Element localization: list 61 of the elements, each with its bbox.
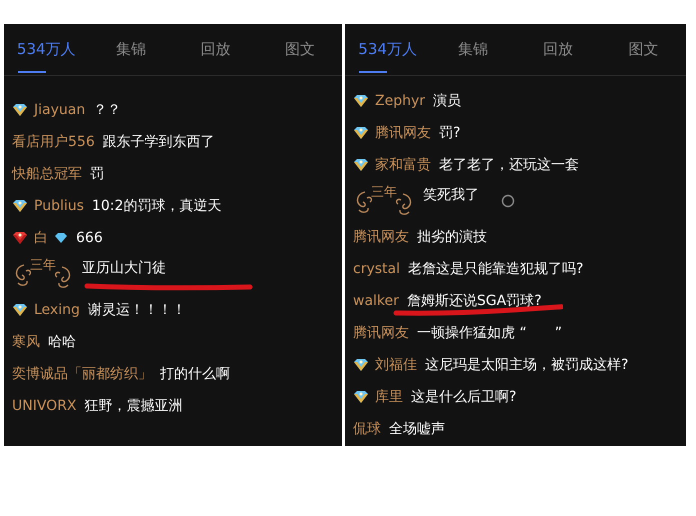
chat-message: 拙劣的演技 [417,228,487,246]
username: Zephyr [375,92,426,110]
username: UNIVORX [12,396,77,416]
username: 快船总冠军 [12,164,82,184]
username: 侃球 [353,420,381,438]
chat-message: 全场嘘声 [389,420,445,438]
username: 库里 [375,388,403,406]
username: 腾讯网友 [353,324,409,342]
gem-icon [353,358,369,372]
gem-icon [353,94,369,108]
username: walker [353,292,399,310]
chat-message: 老詹这是只能靠造犯规了吗? [408,260,584,278]
username: Jiayuan [34,100,86,120]
tab[interactable]: 534万人 [345,24,430,75]
badge-label: 三年 [30,259,56,272]
chat-message: 狂野，震撼亚洲 [84,396,183,416]
gem-icon [12,231,28,245]
tab[interactable]: 图文 [600,24,686,75]
tab[interactable]: 回放 [173,24,258,75]
chat-message: 演员 [433,92,462,110]
username: 寒风 [12,332,40,352]
gem-icon [12,303,28,317]
username: 看店用户556 [12,132,95,152]
chat-message: 詹姆斯还说SGA罚球? [406,292,542,310]
chat-message: 打的什么啊 [160,364,230,384]
tab[interactable]: 图文 [258,24,342,75]
tab-indicator [359,71,387,73]
badge-label: 三年 [371,186,397,199]
chat-message: 这是什么后卫啊? [411,388,516,406]
chat-message: 一顿操作猛如虎 “ ” [417,324,562,342]
chat-message: 这尼玛是太阳主场，被罚成这样? [425,356,628,374]
username: 腾讯网友 [353,228,409,246]
username: crystal [353,260,400,278]
chat-message: 跟东子学到东西了 [102,132,215,152]
tab[interactable]: 集锦 [88,24,173,75]
tab[interactable]: 集锦 [430,24,516,75]
username: 家和富贵 [375,156,431,174]
gem-icon [353,158,369,172]
gem-icon [12,103,28,117]
username: 奕博诚品「丽都纺织」 [12,364,152,384]
tab[interactable]: 534万人 [4,24,88,75]
username: Lexing [34,300,80,320]
chat-message: 罚? [439,124,460,142]
chat-message: 罚 [90,164,104,184]
chat-message: 666 [76,228,103,248]
chat-message: 10:2的罚球，真逆天 [92,196,222,216]
username: 腾讯网友 [375,124,431,142]
chat-message: 老了老了，还玩这一套 [439,156,579,174]
username: 白 [34,228,48,248]
chat-message: 哈哈 [48,332,76,352]
gem-icon [353,390,369,404]
username: Publius [34,196,84,216]
chat-message: 谢灵运！！！！ [88,300,186,320]
chat-message: 亚历山大门徒 [82,259,166,278]
tab-indicator [18,71,46,73]
gem-icon [12,199,28,213]
username: 刘福佳 [375,356,417,374]
gem-icon [353,126,369,140]
chat-message: ？？ [93,100,122,120]
chat-message: 笑死我了 [423,186,479,205]
tab[interactable]: 回放 [516,24,601,75]
